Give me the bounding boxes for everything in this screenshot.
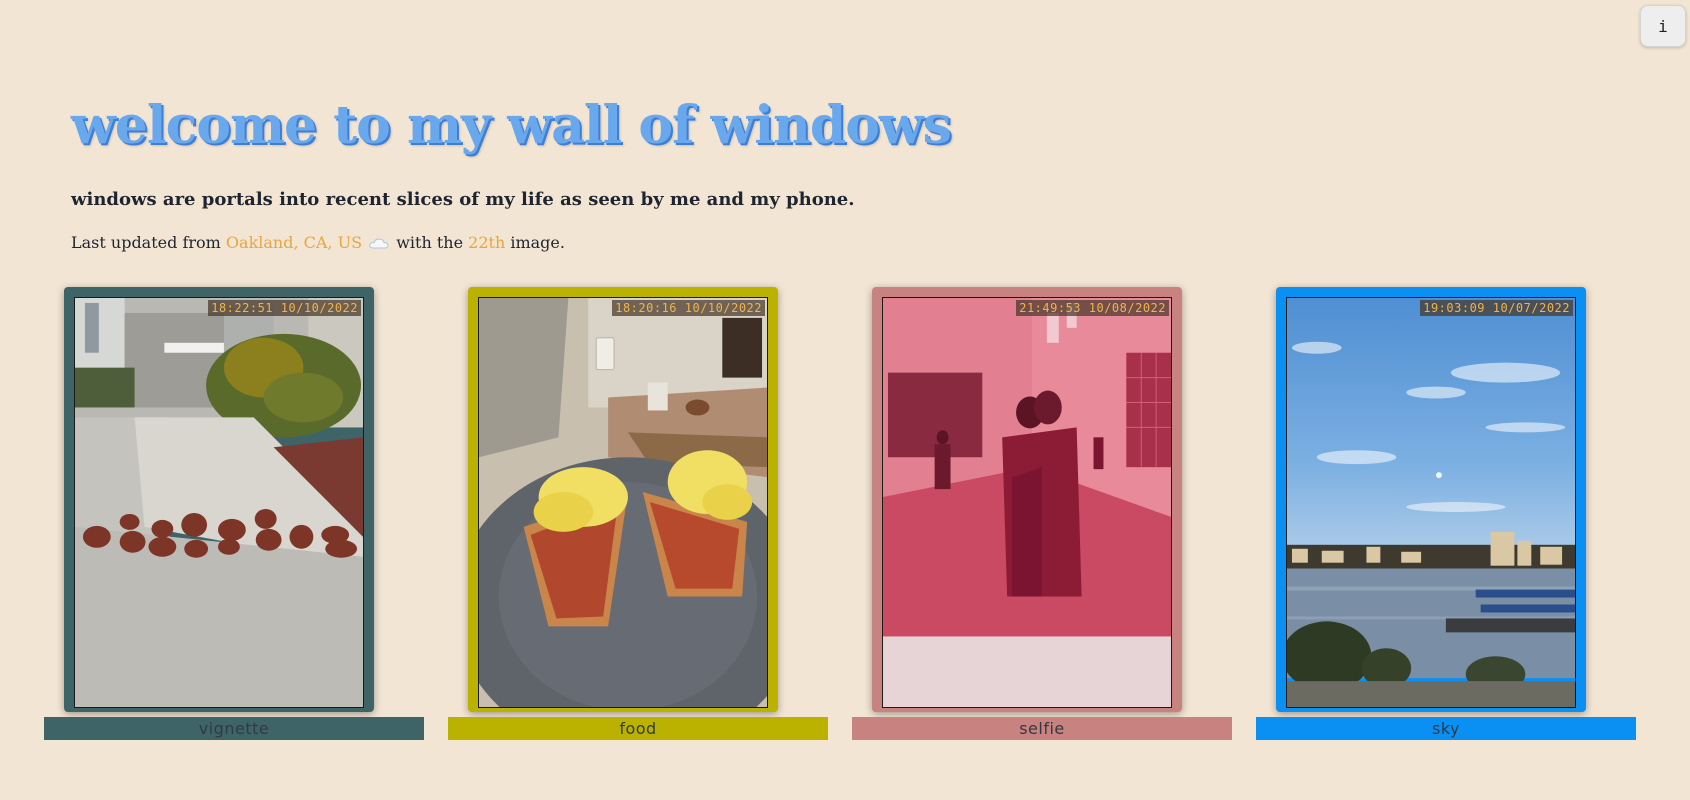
window-card-sky[interactable]: 19:03:09 10/07/2022 sky — [1256, 287, 1636, 740]
window-card-food[interactable]: 18:20:16 10/10/2022 food — [448, 287, 828, 740]
window-photo[interactable]: 19:03:09 10/07/2022 — [1286, 297, 1576, 708]
photo-timestamp: 18:22:51 10/10/2022 — [208, 300, 361, 316]
window-photo[interactable]: 18:22:51 10/10/2022 — [74, 297, 364, 708]
photo-timestamp: 21:49:53 10/08/2022 — [1016, 300, 1169, 316]
image-count[interactable]: 22th — [468, 233, 505, 252]
photo-timestamp: 19:03:09 10/07/2022 — [1420, 300, 1573, 316]
location-link[interactable]: Oakland, CA, US — [226, 233, 362, 252]
last-updated-prefix: Last updated from — [71, 233, 226, 252]
window-frame: 21:49:53 10/08/2022 — [872, 287, 1182, 712]
photo-timestamp: 18:20:16 10/10/2022 — [612, 300, 765, 316]
window-label: selfie — [852, 717, 1232, 740]
window-frame: 18:20:16 10/10/2022 — [468, 287, 778, 712]
window-label: vignette — [44, 717, 424, 740]
window-frame: 18:22:51 10/10/2022 — [64, 287, 374, 712]
window-card-vignette[interactable]: 18:22:51 10/10/2022 vignette — [44, 287, 424, 740]
info-button[interactable]: i — [1640, 5, 1686, 47]
last-updated-line: Last updated from Oakland, CA, US with t… — [71, 233, 565, 252]
last-updated-middle: with the — [391, 233, 469, 252]
window-label: food — [448, 717, 828, 740]
page-subtitle: windows are portals into recent slices o… — [71, 189, 855, 210]
window-label: sky — [1256, 717, 1636, 740]
window-frame: 19:03:09 10/07/2022 — [1276, 287, 1586, 712]
cloud-icon — [369, 234, 389, 249]
window-photo[interactable]: 18:20:16 10/10/2022 — [478, 297, 768, 708]
last-updated-suffix: image. — [505, 233, 565, 252]
window-card-selfie[interactable]: 21:49:53 10/08/2022 selfie — [852, 287, 1232, 740]
page-title: welcome to my wall of windows — [71, 95, 952, 156]
window-photo[interactable]: 21:49:53 10/08/2022 — [882, 297, 1172, 708]
